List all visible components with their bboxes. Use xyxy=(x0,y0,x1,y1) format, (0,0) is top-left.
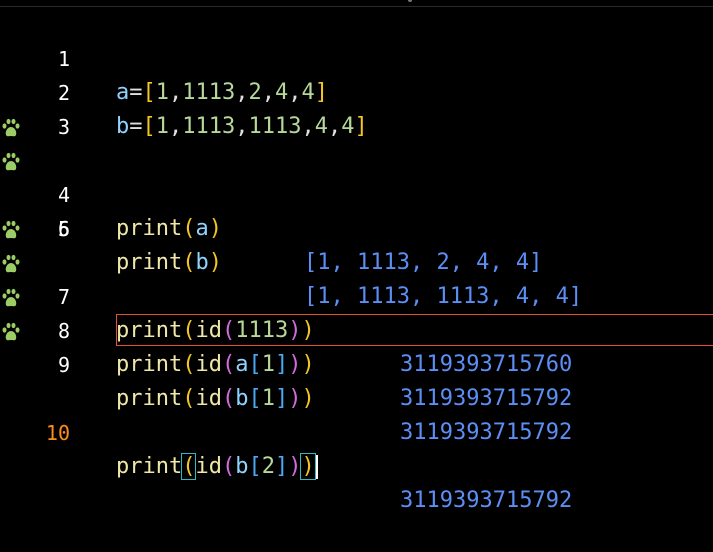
bracket-match-open: ( xyxy=(181,453,197,480)
top-divider xyxy=(0,0,713,7)
inline-result: 3119393715792 xyxy=(400,488,573,513)
bracket-match-close: ) xyxy=(300,453,316,480)
code-editor[interactable]: 1 a=[1,1113,2,4,4] 2 b=[1,1113,1113,4,4]… xyxy=(0,8,713,513)
paw-print-icon[interactable] xyxy=(0,117,22,139)
text-caret xyxy=(315,455,318,479)
code-line-current[interactable]: 10 print(id(b[2])) 3119393715792 xyxy=(0,314,713,513)
code-line[interactable]: 2 b=[1,1113,1113,4,4] xyxy=(0,42,713,139)
code-line[interactable]: 1 a=[1,1113,2,4,4] xyxy=(0,8,713,105)
code-line[interactable]: 5 print(b) [1, 1113, 1113, 4, 4] xyxy=(0,144,713,309)
code-line[interactable]: 9 print(id(b[1])) 3119393715792 xyxy=(0,280,713,445)
paw-print-icon[interactable] xyxy=(0,321,22,343)
paw-print-icon[interactable] xyxy=(0,253,22,275)
code-line[interactable]: 7 print(id(1113)) 3119393715760 xyxy=(0,212,713,377)
inline-result: 3119393715792 xyxy=(400,386,573,411)
scroll-indicator xyxy=(408,0,412,2)
line-number-active: 10 xyxy=(45,421,70,445)
paw-print-icon[interactable] xyxy=(0,219,22,241)
paw-print-icon[interactable] xyxy=(0,287,22,309)
code-line[interactable]: 4 print(a) [1, 1113, 2, 4, 4] xyxy=(0,110,713,275)
code-line[interactable]: 8 print(id(a[1])) 3119393715792 xyxy=(0,246,713,411)
code-text[interactable]: print(id(b[2])) xyxy=(116,450,318,484)
code-text[interactable]: print(id(a[1])) xyxy=(116,348,315,382)
current-line-highlight xyxy=(116,314,713,346)
inline-result: 3119393715792 xyxy=(400,420,573,445)
inline-result: 3119393715760 xyxy=(400,352,573,377)
code-line[interactable]: 3 xyxy=(0,76,713,139)
paw-print-icon[interactable] xyxy=(0,151,22,173)
code-line[interactable]: 6 xyxy=(0,178,713,241)
code-text[interactable]: print(id(b[1])) xyxy=(116,382,315,416)
